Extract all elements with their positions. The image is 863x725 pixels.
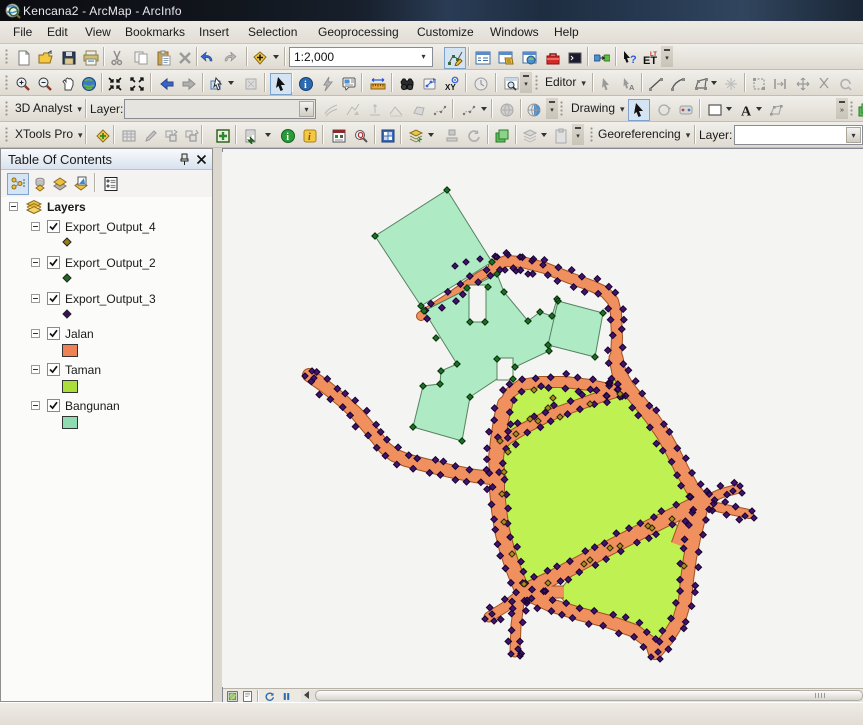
svg-text:A: A (741, 105, 752, 119)
svg-text:i: i (304, 80, 307, 91)
svg-text:i: i (286, 132, 289, 143)
svg-text:Q: Q (358, 131, 364, 140)
svg-text:A: A (629, 83, 635, 92)
svg-text:XY: XY (445, 83, 456, 92)
svg-text:i: i (308, 132, 311, 143)
svg-text:LT: LT (650, 52, 657, 58)
svg-text:?: ? (630, 54, 637, 66)
